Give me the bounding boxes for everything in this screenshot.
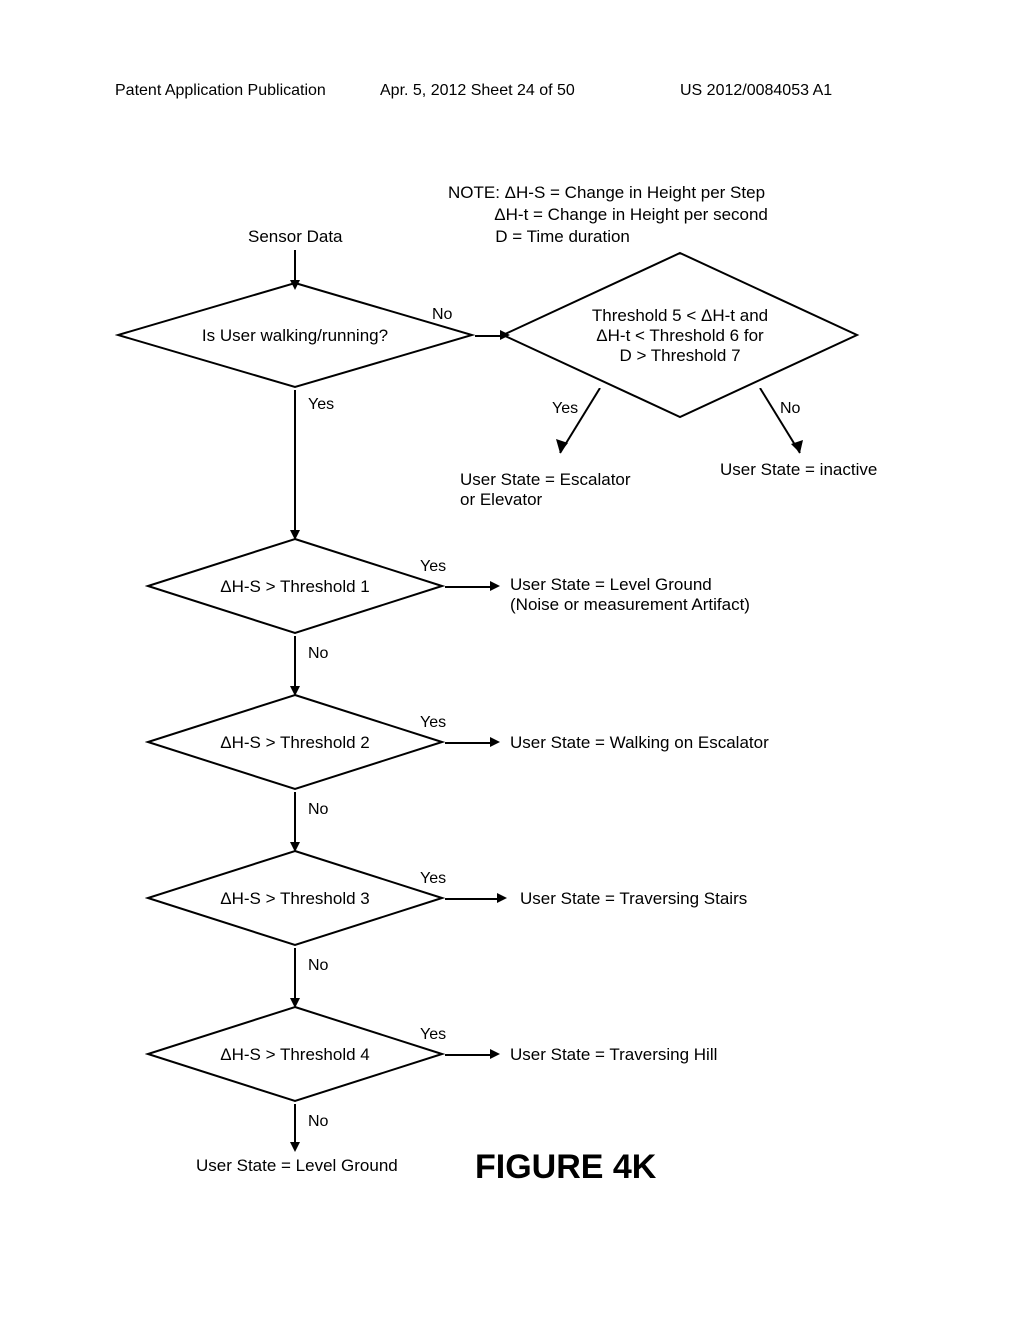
connector	[445, 1054, 490, 1056]
outcome-escalator-walking: User State = Walking on Escalator	[510, 733, 769, 753]
branch-yes-d1: Yes	[420, 558, 446, 576]
branch-yes-d4: Yes	[420, 1026, 446, 1044]
connector	[294, 390, 296, 530]
connector	[294, 250, 296, 280]
branch-yes-d0: Yes	[308, 396, 334, 414]
outcome-stairs: User State = Traversing Stairs	[520, 889, 747, 909]
branch-yes-d0r: Yes	[552, 400, 578, 418]
decision-text-d2: ΔH-S > Threshold 2	[175, 733, 415, 753]
decision-text-d4: ΔH-S > Threshold 4	[175, 1045, 415, 1065]
connector	[294, 1104, 296, 1142]
arrow-down-icon	[290, 1142, 300, 1152]
connector	[294, 792, 296, 842]
connector	[445, 898, 497, 900]
outcome-level-noise: User State = Level Ground (Noise or meas…	[510, 575, 750, 615]
figure-label: FIGURE 4K	[475, 1148, 656, 1187]
arrow-right-icon	[490, 737, 500, 747]
outcome-level: User State = Level Ground	[196, 1156, 398, 1176]
connector	[294, 636, 296, 686]
connector	[445, 586, 490, 588]
note-line-2: ΔH-t = Change in Height per second	[448, 205, 768, 225]
connector	[294, 948, 296, 998]
connector	[475, 335, 500, 337]
branch-no-d4: No	[308, 1113, 328, 1131]
arrow-right-icon	[497, 893, 507, 903]
connector	[445, 742, 490, 744]
decision-text-d0r: Threshold 5 < ΔH-t and ΔH-t < Threshold …	[560, 306, 800, 366]
decision-text-d3: ΔH-S > Threshold 3	[175, 889, 415, 909]
arrow-right-icon	[490, 1049, 500, 1059]
note-line-3: D = Time duration	[448, 227, 630, 247]
branch-yes-d2: Yes	[420, 714, 446, 732]
flowchart: NOTE: ΔH-S = Change in Height per Step Δ…	[0, 0, 1024, 1320]
outcome-inactive: User State = inactive	[720, 460, 877, 480]
decision-text-d0: Is User walking/running?	[175, 326, 415, 346]
branch-yes-d3: Yes	[420, 870, 446, 888]
arrow-right-icon	[490, 581, 500, 591]
outcome-escalator-elevator: User State = Escalator or Elevator	[460, 470, 631, 510]
outcome-hill: User State = Traversing Hill	[510, 1045, 717, 1065]
note-line-1: NOTE: ΔH-S = Change in Height per Step	[448, 183, 765, 203]
branch-no-d2: No	[308, 801, 328, 819]
decision-text-d1: ΔH-S > Threshold 1	[175, 577, 415, 597]
branch-no-d0r: No	[780, 400, 800, 418]
branch-no-d3: No	[308, 957, 328, 975]
branch-no-d1: No	[308, 645, 328, 663]
sensor-data-label: Sensor Data	[248, 227, 343, 247]
page: Patent Application Publication Apr. 5, 2…	[0, 0, 1024, 1320]
branch-no-d0: No	[432, 306, 452, 324]
